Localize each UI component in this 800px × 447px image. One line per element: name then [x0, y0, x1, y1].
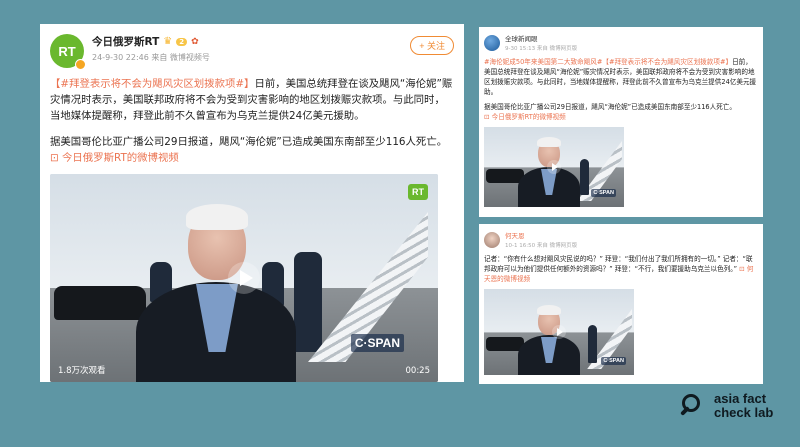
source: 来自 微博视频号	[151, 53, 210, 62]
video-link-icon: ⊡	[484, 113, 490, 121]
vip-badge: 2	[176, 37, 188, 46]
account-info: 今日俄罗斯RT ♛ 2 ✿ 24-9-30 22:46 来自 微博视频号	[92, 34, 210, 63]
video-soldier	[588, 325, 597, 363]
view-count: 1.8万次观看	[58, 366, 106, 376]
timestamp[interactable]: 24-9-30 22:46	[92, 53, 149, 62]
play-icon[interactable]	[547, 160, 561, 174]
hashtag-link[interactable]: #海伦妮成50年来美国第二大致命飓风#【#拜登表示将不会为飓风灾区划拨款项#】	[484, 58, 732, 66]
video-link[interactable]: 今日俄罗斯RT的微博视频	[62, 152, 179, 164]
post-paragraph-2: 据美国哥伦比亚广播公司29日报道，飓风“海伦妮”已造成美国东南部至少116人死亡…	[50, 134, 454, 166]
avatar[interactable]	[484, 231, 500, 248]
cspan-watermark: C·SPAN	[350, 334, 404, 352]
follow-button[interactable]: + 关注	[410, 36, 454, 55]
post-text-2: 据美国哥伦比亚广播公司29日报道，飓风“海伦妮”已造成美国东南部至少116人死亡…	[50, 136, 448, 148]
repost-he-tianen: 何天恩 10-1 16:50 来自 微博网页版 记者：“你有什么想对飓风灾民说的…	[479, 224, 763, 384]
video-player[interactable]: C·SPAN	[484, 289, 634, 375]
magnifier-icon	[680, 393, 706, 419]
video-soldier	[580, 159, 589, 195]
post-text: 记者：“你有什么想对飓风灾民说的吗？” 拜登：“我们付出了我们所拥有的一切。” …	[484, 255, 753, 273]
account-name[interactable]: 今日俄罗斯RT	[92, 34, 159, 49]
account-name[interactable]: 全球新闻眼	[505, 33, 577, 43]
brand-line-1: asia fact	[714, 391, 767, 406]
brand-line-2: check lab	[714, 405, 774, 420]
post-meta: 24-9-30 22:46 来自 微博视频号	[92, 52, 210, 63]
post-meta: 10-1 16:50 来自 微博网页版	[505, 243, 578, 249]
avatar[interactable]	[484, 34, 500, 51]
video-person	[136, 204, 296, 382]
fire-icon: ✿	[191, 36, 199, 47]
hashtag-link[interactable]: 【#拜登表示将不会为飓风灾区划拨款项#】	[50, 78, 254, 90]
video-person	[518, 305, 580, 375]
video-player[interactable]: C·SPAN	[484, 127, 624, 207]
crown-icon: ♛	[163, 36, 173, 47]
play-icon[interactable]	[552, 325, 566, 339]
asia-fact-check-lab-logo: asia fact check lab	[680, 392, 773, 420]
video-car	[54, 286, 146, 320]
cspan-watermark: C·SPAN	[591, 189, 616, 197]
video-duration: 00:25	[405, 366, 431, 376]
brand-text: asia fact check lab	[714, 392, 773, 420]
cspan-watermark: C·SPAN	[601, 357, 626, 365]
account-info: 全球新闻眼 9-30 15:13 来自 微博网页版	[505, 33, 577, 52]
repost-global-news: 全球新闻眼 9-30 15:13 来自 微博网页版 #海伦妮成50年来美国第二大…	[479, 27, 763, 217]
avatar-text: RT	[58, 43, 76, 59]
post-paragraph-2: 据美国哥伦比亚广播公司29日报道，飓风“海伦妮”已造成美国东南部至少116人死亡…	[484, 102, 758, 122]
verified-icon	[75, 59, 86, 70]
post-header: 全球新闻眼 9-30 15:13 来自 微博网页版	[484, 33, 758, 52]
post-body: 记者：“你有什么想对飓风灾民说的吗？” 拜登：“我们付出了我们所拥有的一切。” …	[484, 254, 758, 284]
avatar[interactable]: RT	[50, 34, 86, 70]
post-body: #海伦妮成50年来美国第二大致命飓风#【#拜登表示将不会为飓风灾区划拨款项#】日…	[484, 57, 758, 122]
video-player[interactable]: RT C·SPAN 1.8万次观看 00:25	[50, 174, 438, 382]
video-link-icon: ⊡	[50, 152, 59, 164]
post-header: 何天恩 10-1 16:50 来自 微博网页版	[484, 230, 758, 249]
post-text-2: 据美国哥伦比亚广播公司29日报道，飓风“海伦妮”已造成美国东南部至少116人死亡…	[484, 103, 736, 111]
video-link-icon: ⊡	[739, 265, 745, 273]
account-info: 何天恩 10-1 16:50 来自 微博网页版	[505, 230, 577, 249]
play-icon[interactable]	[228, 262, 260, 294]
post-header: RT 今日俄罗斯RT ♛ 2 ✿ 24-9-30 22:46 来自 微博视频号 …	[50, 34, 454, 70]
account-name[interactable]: 何天恩	[505, 230, 577, 240]
account-name-row: 今日俄罗斯RT ♛ 2 ✿	[92, 34, 210, 49]
video-soldier	[294, 252, 322, 352]
video-link[interactable]: 今日俄罗斯RT的微博视频	[492, 113, 566, 121]
rt-logo: RT	[408, 184, 428, 200]
main-weibo-post: RT 今日俄罗斯RT ♛ 2 ✿ 24-9-30 22:46 来自 微博视频号 …	[40, 24, 464, 382]
post-body: 【#拜登表示将不会为飓风灾区划拨款项#】日前，美国总统拜登在谈及飓风“海伦妮”赈…	[50, 76, 454, 166]
post-meta: 9-30 15:13 来自 微博网页版	[505, 46, 578, 52]
